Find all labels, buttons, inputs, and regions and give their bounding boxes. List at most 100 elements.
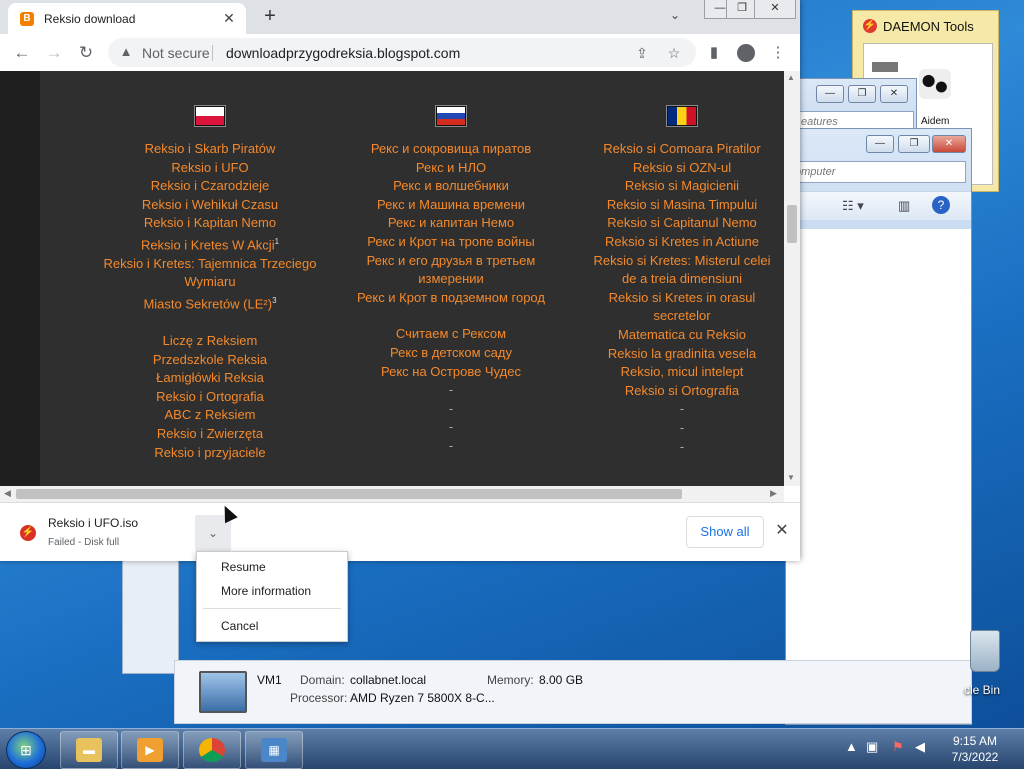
side-panel-icon[interactable]: ▮ [702,41,726,65]
game-link[interactable]: Считаем с Рексом [336,325,566,344]
game-link[interactable]: Przedszkole Reksia [40,351,380,370]
horizontal-scrollbar[interactable]: ◀ ▶ [0,486,784,502]
minimize-button[interactable]: — [816,85,844,103]
explorer-window-front[interactable]: — ❐ ✕ omputer ☷ ▾ ▥ ? [785,128,972,725]
volume-icon[interactable]: ◀ [915,739,925,755]
view-options-icon[interactable]: ☷ ▾ [842,198,864,214]
game-link[interactable]: Reksio si Comoara Piratilor [566,140,784,159]
bookmark-star-icon[interactable]: ☆ [664,43,684,63]
network-icon[interactable]: ▣ [866,739,878,755]
game-link[interactable]: Reksio si Magicienii [566,177,784,196]
game-link[interactable]: Reksio i Kretes W Akcji1 [40,233,380,255]
game-link[interactable]: Wymiaru [40,273,380,292]
preview-pane-icon[interactable]: ▥ [898,198,910,214]
game-link[interactable]: Рекс и его друзья в третьем [336,252,566,271]
menu-item-more-information[interactable]: More information [197,580,347,602]
game-link[interactable]: Reksio i Wehikuł Czasu [40,196,380,215]
game-link[interactable]: Reksio la gradinita vesela [566,345,784,364]
search-input[interactable]: omputer [790,161,966,183]
scroll-up-icon[interactable]: ▲ [787,73,795,82]
game-link[interactable]: Reksio si Capitanul Nemo [566,214,784,233]
taskbar-explorer[interactable]: ▬ [60,731,118,769]
game-link[interactable]: Reksio i Ortografia [40,388,380,407]
warning-icon[interactable]: ▲ [118,44,134,60]
close-download-shelf-icon[interactable]: ✕ [772,521,792,541]
menu-item-resume[interactable]: Resume [197,556,347,578]
game-link[interactable]: Reksio i Kapitan Nemo [40,214,380,233]
game-link[interactable]: Reksio i Skarb Piratów [40,140,380,159]
game-link[interactable]: измерении [336,270,566,289]
game-link[interactable]: Reksio, micul intelept [566,363,784,382]
game-link[interactable]: Рекс и Машина времени [336,196,566,215]
game-link[interactable]: Reksio si Kretes in orasul [566,289,784,308]
game-link[interactable]: Рекс и волшебники [336,177,566,196]
taskbar-chrome[interactable] [183,731,241,769]
game-link[interactable]: Рекс и Крот в подземном город [336,289,566,308]
chrome-window[interactable]: B Reksio download ✕ + ⌄ — ❐ ✕ ← → ↻ ▲ No… [0,0,800,561]
game-link[interactable]: Reksio i UFO [40,159,380,178]
game-link[interactable]: Reksio si Ortografia [566,382,784,401]
chrome-menu-icon[interactable]: ⋮ [766,41,790,65]
minimize-button[interactable]: — [866,135,894,153]
tab-search-button[interactable]: ⌄ [670,8,680,22]
game-link[interactable]: Рекс на Острове Чудес [336,363,566,382]
game-link[interactable]: Рекс и Крот на тропе войны [336,233,566,252]
game-link[interactable]: Рекс и капитан Немо [336,214,566,233]
footnote-marker[interactable]: 1 [275,237,279,246]
download-filename[interactable]: Reksio i UFO.iso [48,516,138,530]
game-link[interactable]: Reksio i Czarodzieje [40,177,380,196]
forward-button[interactable]: → [42,41,66,65]
show-hidden-icons[interactable]: ▲ [845,739,858,754]
not-secure-label[interactable]: Not secure [142,45,210,61]
aidem-icon[interactable] [919,69,951,99]
footnote-marker[interactable]: 3 [272,296,276,305]
game-link[interactable]: Reksio si Masina Timpului [566,196,784,215]
maximize-button[interactable]: ❐ [898,135,930,153]
game-link[interactable]: Reksio i przyjaciele [40,444,380,463]
game-link[interactable]: Рекс и сокровища пиратов [336,140,566,159]
system-clock[interactable]: 9:15 AM 7/3/2022 [940,733,1010,765]
scroll-right-icon[interactable]: ▶ [770,488,777,499]
drive-icon[interactable] [872,62,898,72]
show-all-button[interactable]: Show all [686,516,764,548]
horizontal-scroll-thumb[interactable] [16,489,682,499]
game-link[interactable]: ABC z Reksiem [40,406,380,425]
game-link[interactable]: secretelor [566,307,784,326]
address-bar[interactable]: ▲ Not secure downloadprzygodreksia.blogs… [108,38,696,67]
game-link[interactable]: Liczę z Reksiem [40,332,380,351]
game-link[interactable]: Reksio si Kretes: Misterul celei [566,252,784,271]
action-center-icon[interactable]: ⚑ [892,739,904,755]
game-link[interactable]: Рекс в детском саду [336,344,566,363]
scroll-left-icon[interactable]: ◀ [4,488,11,499]
back-button[interactable]: ← [10,41,34,65]
vertical-scroll-thumb[interactable] [787,205,797,243]
tab-reksio-download[interactable]: B Reksio download ✕ [8,3,246,34]
game-link[interactable]: Łamigłówki Reksia [40,369,380,388]
game-link[interactable]: Miasto Sekretów (LE²)3 [40,292,380,314]
vertical-scrollbar[interactable]: ▲ ▼ [784,71,800,486]
scroll-down-icon[interactable]: ▼ [787,473,795,482]
tab-close-icon[interactable]: ✕ [220,9,238,27]
taskbar-media-player[interactable]: ▶ [121,731,179,769]
url-text[interactable]: downloadprzygodreksia.blogspot.com [226,45,460,61]
game-link[interactable]: Reksio si Kretes in Actiune [566,233,784,252]
game-link[interactable]: Reksio si OZN-ul [566,159,784,178]
profile-avatar-icon[interactable] [737,44,755,62]
maximize-button[interactable]: ❐ [848,85,876,103]
close-window-button[interactable]: ✕ [754,0,796,19]
game-link[interactable]: Reksio i Kretes: Tajemnica Trzeciego [40,255,380,274]
game-link[interactable]: Рекс и НЛО [336,159,566,178]
menu-item-cancel[interactable]: Cancel [197,615,347,637]
taskbar-control-panel[interactable]: ▦ [245,731,303,769]
reload-button[interactable]: ↻ [74,41,98,65]
recycle-bin[interactable]: cle Bin [962,628,1024,698]
close-button[interactable]: ✕ [880,85,908,103]
new-tab-button[interactable]: + [258,5,282,29]
help-icon[interactable]: ? [932,196,950,214]
share-icon[interactable]: ⇪ [632,43,652,63]
close-button[interactable]: ✕ [932,135,966,153]
game-link[interactable]: de a treia dimensiuni [566,270,784,289]
start-button[interactable]: ⊞ [6,731,46,769]
game-link[interactable]: Reksio i Zwierzęta [40,425,380,444]
game-link[interactable]: Matematica cu Reksio [566,326,784,345]
